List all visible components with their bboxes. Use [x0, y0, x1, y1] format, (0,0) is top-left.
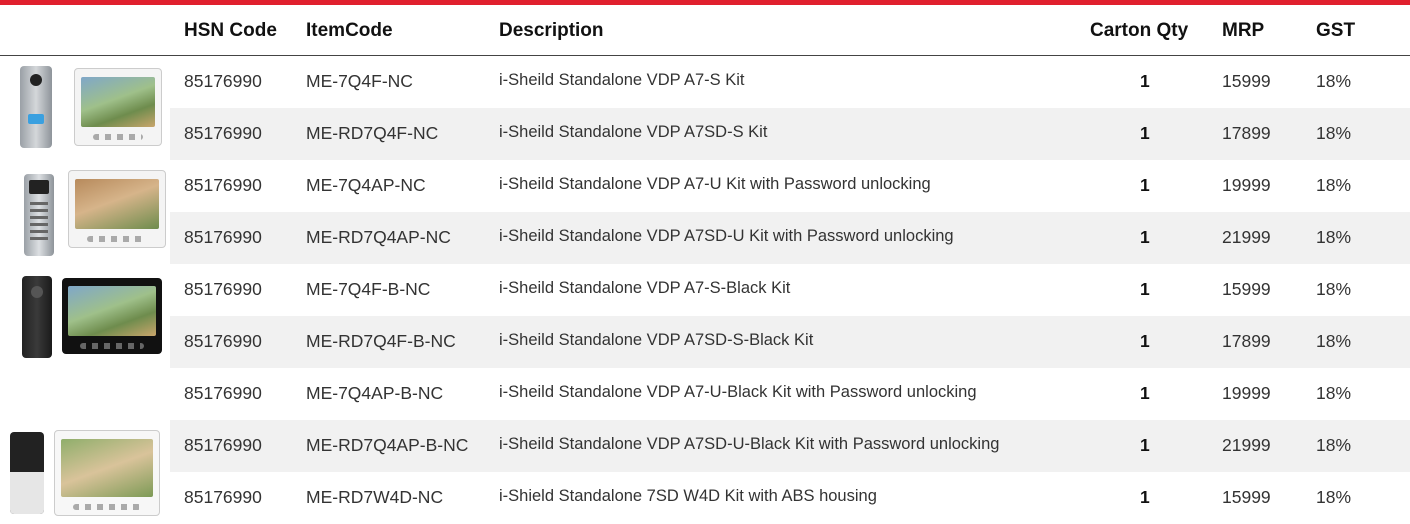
cell-qty: 1: [1140, 331, 1150, 351]
cell-gst: 18%: [1316, 227, 1352, 247]
cell-mrp: 19999: [1222, 175, 1271, 195]
cell-itemcode: ME-RD7Q4AP-B-NC: [306, 435, 469, 455]
cell-qty: 1: [1140, 175, 1150, 195]
header-carton-qty: Carton Qty: [1090, 20, 1189, 41]
table-row: 85176990 ME-7Q4F-B-NC i-Sheild Standalon…: [0, 264, 1410, 316]
cell-itemcode: ME-RD7Q4F-B-NC: [306, 331, 456, 351]
cell-qty: 1: [1140, 383, 1150, 403]
header-itemcode: ItemCode: [306, 20, 393, 41]
cell-mrp: 21999: [1222, 435, 1271, 455]
cell-hsn: 85176990: [184, 331, 262, 351]
cell-description: i-Sheild Standalone VDP A7-S-Black Kit: [499, 279, 791, 297]
cell-mrp: 17899: [1222, 331, 1271, 351]
header-description: Description: [499, 20, 604, 41]
cell-hsn: 85176990: [184, 227, 262, 247]
cell-gst: 18%: [1316, 71, 1352, 91]
header-hsn: HSN Code: [184, 20, 277, 41]
cell-hsn: 85176990: [184, 175, 262, 195]
cell-itemcode: ME-RD7Q4F-NC: [306, 123, 439, 143]
product-image-silver-kit: [8, 60, 168, 156]
table-row: 85176990 ME-7Q4AP-NC i-Sheild Standalone…: [0, 160, 1410, 212]
cell-description: i-Shield Standalone 7SD W4D Kit with ABS…: [499, 487, 877, 505]
cell-description: i-Sheild Standalone VDP A7-S Kit: [499, 71, 745, 89]
cell-gst: 18%: [1316, 435, 1352, 455]
cell-mrp: 17899: [1222, 123, 1271, 143]
cell-qty: 1: [1140, 279, 1150, 299]
cell-description: i-Sheild Standalone VDP A7SD-S Kit: [499, 123, 768, 141]
cell-mrp: 15999: [1222, 71, 1271, 91]
table-row: 85176990 ME-RD7Q4F-B-NC i-Sheild Standal…: [0, 316, 1410, 368]
cell-gst: 18%: [1316, 487, 1352, 507]
cell-itemcode: ME-7Q4AP-NC: [306, 175, 426, 195]
cell-gst: 18%: [1316, 383, 1352, 403]
cell-description: i-Sheild Standalone VDP A7-U Kit with Pa…: [499, 175, 931, 193]
cell-qty: 1: [1140, 227, 1150, 247]
cell-itemcode: ME-7Q4AP-B-NC: [306, 383, 444, 403]
cell-qty: 1: [1140, 123, 1150, 143]
cell-gst: 18%: [1316, 279, 1352, 299]
cell-hsn: 85176990: [184, 435, 262, 455]
cell-itemcode: ME-RD7W4D-NC: [306, 487, 444, 507]
cell-description: i-Sheild Standalone VDP A7SD-U Kit with …: [499, 227, 954, 245]
table-row: 85176990 ME-7Q4F-NC i-Sheild Standalone …: [0, 56, 1410, 108]
cell-itemcode: ME-7Q4F-NC: [306, 71, 413, 91]
cell-gst: 18%: [1316, 175, 1352, 195]
cell-gst: 18%: [1316, 331, 1352, 351]
cell-qty: 1: [1140, 435, 1150, 455]
cell-itemcode: ME-7Q4F-B-NC: [306, 279, 431, 299]
product-image-w4d-kit: [8, 424, 168, 520]
cell-qty: 1: [1140, 487, 1150, 507]
cell-qty: 1: [1140, 71, 1150, 91]
cell-hsn: 85176990: [184, 279, 262, 299]
header-mrp: MRP: [1222, 20, 1265, 41]
cell-itemcode: ME-RD7Q4AP-NC: [306, 227, 451, 247]
cell-hsn: 85176990: [184, 383, 262, 403]
cell-mrp: 19999: [1222, 383, 1271, 403]
table-row: 85176990 ME-RD7Q4AP-NC i-Sheild Standalo…: [0, 212, 1410, 264]
header-gst: GST: [1316, 20, 1356, 41]
table-header: HSN Code ItemCode Description Carton Qty…: [0, 5, 1410, 56]
cell-gst: 18%: [1316, 123, 1352, 143]
cell-mrp: 15999: [1222, 487, 1271, 507]
table-row: 85176990 ME-RD7Q4AP-B-NC i-Sheild Standa…: [0, 420, 1410, 472]
cell-description: i-Sheild Standalone VDP A7-U-Black Kit w…: [499, 383, 977, 401]
cell-mrp: 15999: [1222, 279, 1271, 299]
table-row: 85176990 ME-RD7W4D-NC i-Shield Standalon…: [0, 472, 1410, 524]
table-row: 85176990 ME-RD7Q4F-NC i-Sheild Standalon…: [0, 108, 1410, 160]
cell-mrp: 21999: [1222, 227, 1271, 247]
cell-hsn: 85176990: [184, 71, 262, 91]
product-image-keypad-kit: [8, 164, 168, 260]
table-row: 85176990 ME-7Q4AP-B-NC i-Sheild Standalo…: [0, 368, 1410, 420]
cell-hsn: 85176990: [184, 123, 262, 143]
product-image-black-kit: [8, 268, 168, 364]
cell-description: i-Sheild Standalone VDP A7SD-U-Black Kit…: [499, 435, 1000, 453]
cell-description: i-Sheild Standalone VDP A7SD-S-Black Kit: [499, 331, 814, 349]
cell-hsn: 85176990: [184, 487, 262, 507]
